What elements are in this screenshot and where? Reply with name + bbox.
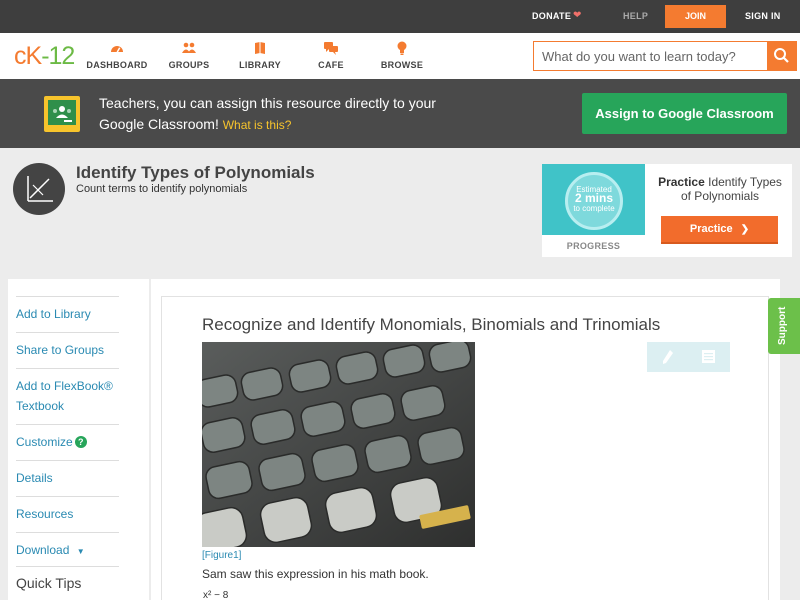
sign-in-link[interactable]: SIGN IN [745,11,781,21]
search-box [533,41,797,71]
main-nav: cK-12 DASHBOARD GROUPS LIBRARY CAFE BROW… [0,33,800,79]
google-classroom-banner: Teachers, you can assign this resource d… [0,79,800,148]
calculator-photo [202,342,475,547]
progress-label: PROGRESS [566,241,621,251]
google-classroom-icon [44,96,80,132]
support-tab[interactable]: Support [768,298,800,354]
banner-message: Teachers, you can assign this resource d… [99,93,479,136]
pencil-icon[interactable] [661,349,675,365]
search-button[interactable] [767,42,796,70]
nav-library-label: LIBRARY [239,60,281,70]
concept-title: Identify Types of Polynomials [76,163,315,182]
concept-graph-icon [13,163,65,215]
browse-icon [397,41,407,55]
sidebar-item-share-to-groups[interactable]: Share to Groups [16,332,119,360]
help-question-icon[interactable]: ? [74,436,87,448]
groups-icon [182,42,196,53]
progress-graphic: Estimated 2 mins to complete [542,164,645,235]
logo-part-ck: cK [14,42,42,70]
customize-label: Customize [16,435,73,449]
quick-tips-heading[interactable]: Quick Tips [16,566,119,591]
help-link[interactable]: HELP [623,11,648,21]
what-is-this-link[interactable]: What is this? [223,118,292,132]
math-expression: x² − 8 [203,590,229,600]
estimate-text: Estimated 2 mins to complete [568,185,620,213]
search-input[interactable] [534,42,768,70]
heart-icon: ❤ [573,10,582,21]
notes-icon[interactable] [701,349,716,364]
figure-caption[interactable]: [Figure1] [202,550,241,561]
sidebar-item-download[interactable]: Download ▼ [16,532,119,562]
cafe-icon [324,42,338,55]
sidebar-item-add-to-flexbook[interactable]: Add to FlexBook® Textbook [16,368,119,416]
lesson-paragraph: Sam saw this expression in his math book… [202,567,429,581]
practice-button-label: Practice [689,223,733,235]
nav-groups[interactable]: GROUPS [154,41,224,70]
lesson-tools [647,342,730,372]
top-bar: DONATE ❤ HELP JOIN SIGN IN [0,0,800,33]
nav-dashboard-label: DASHBOARD [86,60,148,70]
nav-browse-label: BROWSE [380,60,424,70]
search-icon [774,48,789,63]
logo-part-12: -12 [41,42,75,70]
chevron-right-icon: ❯ [740,224,750,235]
practice-heading-bold: Practice [658,175,705,189]
download-label: Download [16,543,70,557]
sidebar-item-resources[interactable]: Resources [16,496,119,524]
caret-down-icon: ▼ [76,547,85,556]
donate-link[interactable]: DONATE [532,11,571,21]
nav-groups-label: GROUPS [168,60,210,70]
library-icon [255,42,265,54]
sidebar-item-details[interactable]: Details [16,460,119,488]
nav-library[interactable]: LIBRARY [225,41,295,70]
assign-to-google-classroom-button[interactable]: Assign to Google Classroom [582,93,787,134]
lesson-title: Recognize and Identify Monomials, Binomi… [202,315,661,334]
to-complete-label: to complete [573,204,615,213]
nav-cafe[interactable]: CAFE [296,41,366,70]
sidebar-item-add-to-library[interactable]: Add to Library [16,296,119,324]
action-sidebar: Add to Library Share to Groups Add to Fl… [8,279,149,600]
ck12-logo[interactable]: cK-12 [14,42,75,71]
concept-subtitle: Count terms to identify polynomials [76,183,248,195]
sidebar-item-customize[interactable]: Customize? [16,424,119,452]
practice-heading: Practice Identify Types of Polynomials [652,175,788,203]
practice-card: Estimated 2 mins to complete PROGRESS Pr… [542,164,792,257]
estimate-circle: Estimated 2 mins to complete [565,172,623,230]
support-label: Support [777,306,788,345]
nav-cafe-label: CAFE [318,60,344,70]
join-button[interactable]: JOIN [665,5,726,28]
estimated-mins: 2 mins [574,191,613,205]
practice-button[interactable]: Practice ❯ [661,216,778,244]
nav-dashboard[interactable]: DASHBOARD [82,41,152,70]
nav-browse[interactable]: BROWSE [367,41,437,70]
dashboard-icon [111,46,123,53]
